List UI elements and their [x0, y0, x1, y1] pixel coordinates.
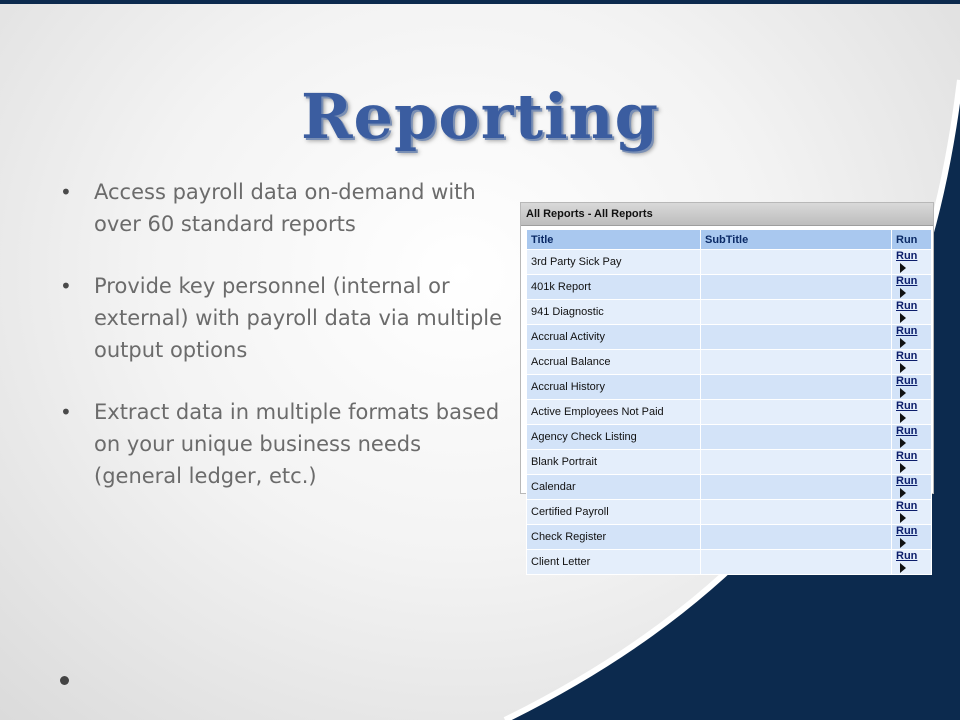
table-row: Agency Check Listing Run [526, 424, 932, 450]
table-row: Accrual Activity Run [526, 324, 932, 350]
table-header-row: Title SubTitle Run [526, 229, 932, 250]
report-subtitle-cell [700, 249, 892, 275]
run-report-link[interactable]: Run [896, 350, 917, 362]
report-title-cell: 3rd Party Sick Pay [526, 249, 701, 275]
column-header-run[interactable]: Run [891, 229, 932, 250]
report-subtitle-cell [700, 474, 892, 500]
play-arrow-icon[interactable] [900, 313, 906, 324]
run-report-link[interactable]: Run [896, 375, 917, 387]
slide-title: Reporting [301, 80, 659, 153]
run-report-link[interactable]: Run [896, 300, 917, 312]
table-row: Check Register Run [526, 524, 932, 550]
play-arrow-icon[interactable] [900, 488, 906, 499]
run-report-link[interactable]: Run [896, 250, 917, 262]
report-subtitle-cell [700, 549, 892, 575]
report-title-cell: Active Employees Not Paid [526, 399, 701, 425]
play-arrow-icon[interactable] [900, 563, 906, 574]
report-subtitle-cell [700, 274, 892, 300]
report-run-cell: Run [891, 249, 932, 275]
report-title-cell: Accrual History [526, 374, 701, 400]
play-arrow-icon[interactable] [900, 338, 906, 349]
report-run-cell: Run [891, 499, 932, 525]
report-run-cell: Run [891, 549, 932, 575]
play-arrow-icon[interactable] [900, 288, 906, 299]
bullet-text: Provide key personnel (internal or exter… [94, 274, 503, 362]
report-run-cell: Run [891, 299, 932, 325]
column-header-subtitle[interactable]: SubTitle [700, 229, 892, 250]
report-title-cell: Agency Check Listing [526, 424, 701, 450]
bullet-dot-icon: • [60, 274, 72, 298]
reports-panel: All Reports - All Reports Title SubTitle… [520, 202, 934, 575]
report-title-cell: Check Register [526, 524, 701, 550]
column-header-title[interactable]: Title [526, 229, 701, 250]
bullet-item: • Provide key personnel (internal or ext… [58, 270, 508, 366]
report-title-cell: Accrual Balance [526, 349, 701, 375]
bullet-list: • Access payroll data on-demand with ove… [58, 176, 508, 522]
bullet-item: • Access payroll data on-demand with ove… [58, 176, 508, 240]
run-report-link[interactable]: Run [896, 425, 917, 437]
play-arrow-icon[interactable] [900, 538, 906, 549]
report-subtitle-cell [700, 349, 892, 375]
play-arrow-icon[interactable] [900, 513, 906, 524]
report-subtitle-cell [700, 299, 892, 325]
play-arrow-icon[interactable] [900, 263, 906, 274]
run-report-link[interactable]: Run [896, 325, 917, 337]
table-row: Client Letter Run [526, 549, 932, 575]
play-arrow-icon[interactable] [900, 463, 906, 474]
table-row: Blank Portrait Run [526, 449, 932, 475]
report-title-cell: Calendar [526, 474, 701, 500]
table-row: Accrual History Run [526, 374, 932, 400]
run-report-link[interactable]: Run [896, 450, 917, 462]
run-report-link[interactable]: Run [896, 500, 917, 512]
play-arrow-icon[interactable] [900, 388, 906, 399]
report-title-cell: Blank Portrait [526, 449, 701, 475]
report-subtitle-cell [700, 499, 892, 525]
run-report-link[interactable]: Run [896, 550, 917, 562]
run-report-link[interactable]: Run [896, 400, 917, 412]
table-row: 401k Report Run [526, 274, 932, 300]
report-run-cell: Run [891, 524, 932, 550]
reports-table-body: 3rd Party Sick Pay Run 401k Report Run 941 D… [526, 249, 932, 575]
table-row: Certified Payroll Run [526, 499, 932, 525]
report-run-cell: Run [891, 424, 932, 450]
report-run-cell: Run [891, 399, 932, 425]
bullet-item: • Extract data in multiple formats based… [58, 396, 508, 492]
report-title-cell: 401k Report [526, 274, 701, 300]
table-row: Active Employees Not Paid Run [526, 399, 932, 425]
report-title-cell: 941 Diagnostic [526, 299, 701, 325]
report-run-cell: Run [891, 474, 932, 500]
run-report-link[interactable]: Run [896, 475, 917, 487]
report-subtitle-cell [700, 449, 892, 475]
report-subtitle-cell [700, 324, 892, 350]
report-run-cell: Run [891, 449, 932, 475]
empty-bullet-icon [60, 676, 69, 685]
bullet-text: Extract data in multiple formats based o… [94, 400, 500, 488]
bullet-dot-icon: • [60, 180, 72, 204]
play-arrow-icon[interactable] [900, 438, 906, 449]
table-row: Calendar Run [526, 474, 932, 500]
report-run-cell: Run [891, 274, 932, 300]
bullet-dot-icon: • [60, 400, 72, 424]
bullet-text: Access payroll data on-demand with over … [94, 180, 476, 236]
report-title-cell: Accrual Activity [526, 324, 701, 350]
report-run-cell: Run [891, 349, 932, 375]
play-arrow-icon[interactable] [900, 363, 906, 374]
report-subtitle-cell [700, 374, 892, 400]
report-subtitle-cell [700, 399, 892, 425]
reports-table: Title SubTitle Run 3rd Party Sick Pay Run… [526, 229, 932, 575]
report-run-cell: Run [891, 374, 932, 400]
play-arrow-icon[interactable] [900, 413, 906, 424]
table-row: Accrual Balance Run [526, 349, 932, 375]
reports-panel-header: All Reports - All Reports [521, 203, 933, 226]
table-row: 941 Diagnostic Run [526, 299, 932, 325]
report-subtitle-cell [700, 424, 892, 450]
run-report-link[interactable]: Run [896, 275, 917, 287]
report-run-cell: Run [891, 324, 932, 350]
report-title-cell: Certified Payroll [526, 499, 701, 525]
table-row: 3rd Party Sick Pay Run [526, 249, 932, 275]
report-subtitle-cell [700, 524, 892, 550]
report-title-cell: Client Letter [526, 549, 701, 575]
run-report-link[interactable]: Run [896, 525, 917, 537]
